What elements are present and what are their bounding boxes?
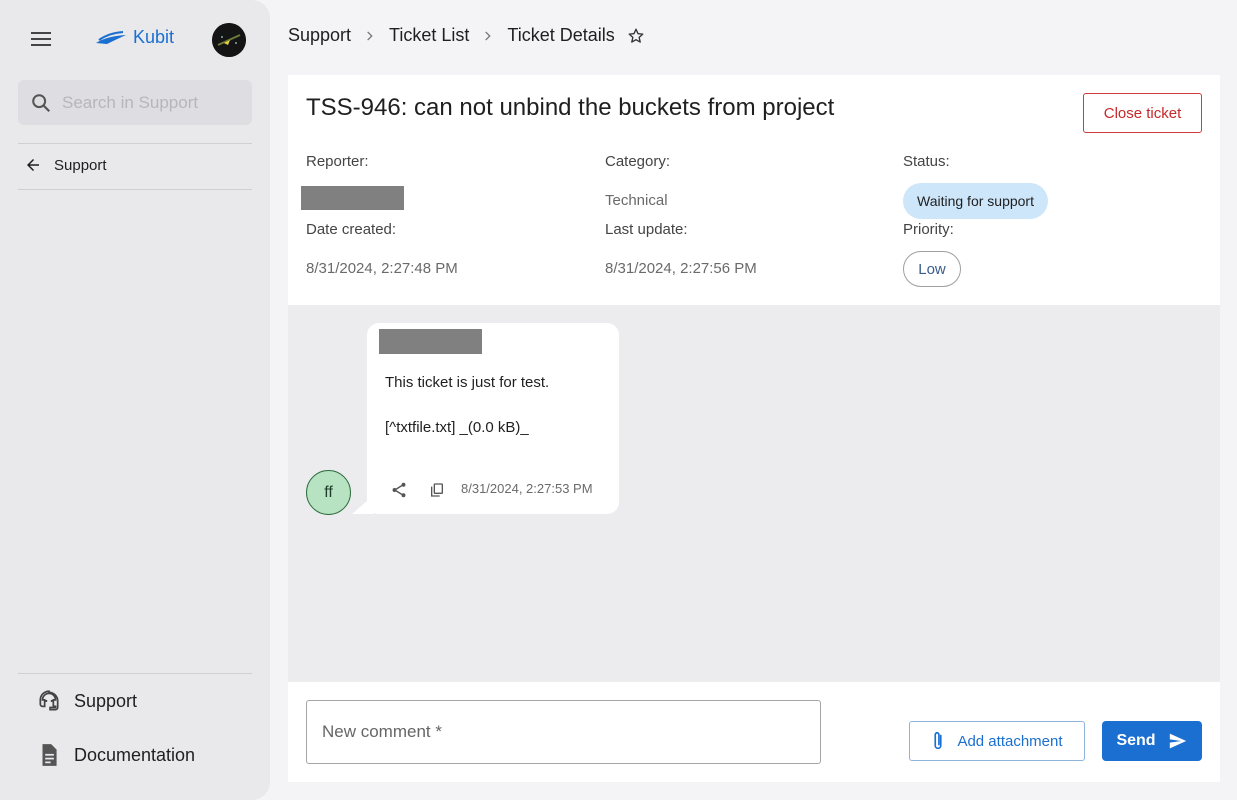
new-comment-input[interactable] (306, 700, 821, 764)
ticket-header-card: TSS-946: can not unbind the buckets from… (288, 75, 1220, 305)
message-timestamp: 8/31/2024, 2:27:53 PM (461, 481, 593, 496)
search-input[interactable] (62, 92, 242, 113)
message-author-avatar: ff (306, 470, 351, 515)
search-icon (32, 93, 51, 112)
sidebar-item-support[interactable]: Support (36, 688, 137, 714)
category-label: Category: (605, 153, 671, 170)
add-attachment-button[interactable]: Add attachment (909, 721, 1085, 761)
status-badge: Waiting for support (903, 183, 1048, 219)
back-label: Support (54, 156, 107, 174)
comment-composer: Add attachment Send (288, 682, 1220, 782)
user-avatar[interactable] (212, 23, 246, 57)
paperclip-icon (934, 731, 943, 750)
conversation-area: ff This ticket is just for test. [^txtfi… (288, 305, 1220, 682)
divider (18, 143, 252, 144)
add-attachment-label: Add attachment (957, 732, 1063, 750)
reporter-label: Reporter: (306, 153, 369, 170)
share-icon[interactable] (390, 481, 408, 504)
message-attachment-text: [^txtfile.txt] _(0.0 kB)_ (385, 419, 529, 436)
send-icon (1169, 733, 1186, 749)
send-label: Send (1116, 732, 1156, 749)
breadcrumb-ticket-details: Ticket Details (507, 25, 615, 45)
ticket-title: TSS-946: can not unbind the buckets from… (306, 94, 835, 121)
sidebar-item-documentation[interactable]: Documentation (36, 742, 195, 768)
status-label: Status: (903, 153, 950, 170)
message-bubble: This ticket is just for test. [^txtfile.… (367, 323, 619, 514)
boat-icon (96, 30, 126, 44)
app-logo[interactable]: Kubit (95, 27, 174, 48)
logo-text: Kubit (133, 27, 175, 47)
breadcrumb: Support Ticket List Ticket Details (288, 25, 645, 46)
document-icon (42, 744, 57, 766)
star-icon[interactable] (627, 27, 645, 45)
support-agent-icon (39, 690, 59, 711)
send-button[interactable]: Send (1102, 721, 1202, 761)
close-ticket-button[interactable]: Close ticket (1083, 93, 1202, 133)
sidebar: Kubit Support Support Documentation (0, 0, 270, 800)
priority-label: Priority: (903, 221, 954, 238)
breadcrumb-ticket-list[interactable]: Ticket List (389, 25, 469, 46)
chevron-right-icon (481, 29, 495, 43)
chevron-right-icon (363, 29, 377, 43)
category-value: Technical (605, 192, 668, 209)
message-text: This ticket is just for test. (385, 374, 550, 391)
back-to-support-link[interactable]: Support (24, 156, 107, 174)
copy-icon[interactable] (429, 482, 445, 503)
last-update-value: 8/31/2024, 2:27:56 PM (605, 260, 757, 277)
divider (18, 673, 252, 674)
date-created-label: Date created: (306, 221, 397, 238)
last-update-label: Last update: (605, 221, 688, 238)
arrow-back-icon (27, 159, 39, 171)
sidebar-item-label: Documentation (74, 744, 196, 765)
search-box[interactable] (18, 80, 252, 125)
hamburger-menu-icon[interactable] (28, 28, 54, 50)
priority-badge: Low (903, 251, 961, 287)
sidebar-item-label: Support (74, 690, 138, 711)
breadcrumb-support[interactable]: Support (288, 25, 351, 46)
author-name-redacted (379, 329, 482, 354)
date-created-value: 8/31/2024, 2:27:48 PM (306, 260, 458, 277)
divider (18, 189, 252, 190)
reporter-redacted (301, 186, 404, 210)
